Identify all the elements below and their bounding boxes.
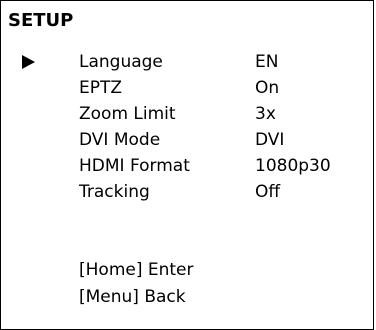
menu-item-eptz[interactable]: EPTZ On xyxy=(0,76,374,100)
menu-item-label: EPTZ xyxy=(79,78,123,98)
selection-cursor-icon xyxy=(22,55,35,69)
menu-item-value: 3x xyxy=(255,104,276,124)
menu-item-value: EN xyxy=(255,52,279,72)
menu-item-value: 1080p30 xyxy=(255,156,331,176)
menu-item-value: Off xyxy=(255,182,281,202)
menu-item-value: DVI xyxy=(255,130,285,150)
menu-item-label: Zoom Limit xyxy=(79,104,176,124)
menu-item-hdmi-format[interactable]: HDMI Format 1080p30 xyxy=(0,154,374,178)
menu-item-dvi-mode[interactable]: DVI Mode DVI xyxy=(0,128,374,152)
menu-item-label: DVI Mode xyxy=(79,130,161,150)
menu-item-tracking[interactable]: Tracking Off xyxy=(0,180,374,204)
back-hint: [Menu] Back xyxy=(79,287,186,307)
menu-item-label: Language xyxy=(79,52,163,72)
menu-item-zoom-limit[interactable]: Zoom Limit 3x xyxy=(0,102,374,126)
menu-item-label: Tracking xyxy=(79,182,150,202)
enter-hint: [Home] Enter xyxy=(79,260,194,280)
menu-item-language[interactable]: Language EN xyxy=(0,50,374,74)
menu-item-label: HDMI Format xyxy=(79,156,190,176)
menu-title: SETUP xyxy=(8,10,74,31)
menu-item-value: On xyxy=(255,78,280,98)
